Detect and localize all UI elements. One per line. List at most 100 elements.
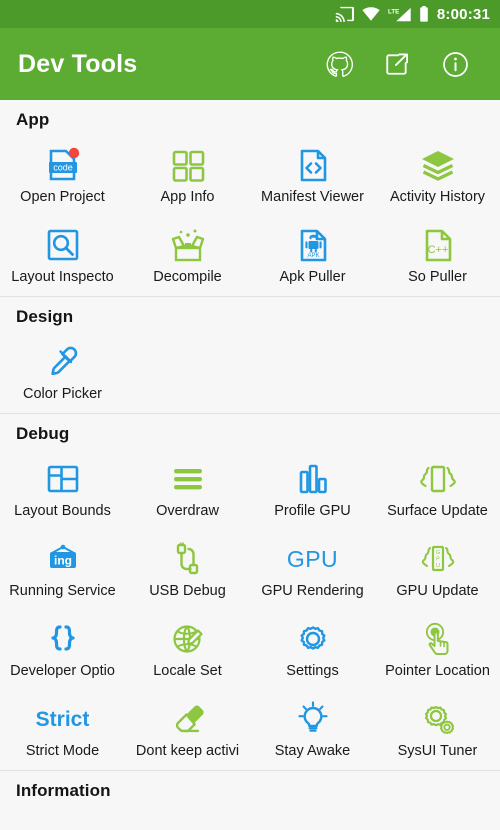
- tool-label: Decompile: [153, 270, 222, 285]
- magnifier-frame-icon: [40, 222, 86, 268]
- tool-label: Manifest Viewer: [261, 190, 364, 205]
- tool-developer-options[interactable]: Developer Optio: [0, 610, 125, 690]
- tool-gpu-update[interactable]: G P U GPU Update: [375, 530, 500, 610]
- tool-pointer-location[interactable]: Pointer Location: [375, 610, 500, 690]
- tool-strict-mode[interactable]: Strict Strict Mode: [0, 690, 125, 770]
- tool-label: Profile GPU: [274, 504, 351, 519]
- tool-activity-history[interactable]: Activity History: [375, 136, 500, 216]
- tool-so-puller[interactable]: C++ So Puller: [375, 216, 500, 296]
- cast-icon: [335, 6, 354, 22]
- strict-text-icon: Strict: [36, 696, 90, 742]
- tool-overdraw[interactable]: Overdraw: [125, 450, 250, 530]
- status-bar-clock: 8:00:31: [436, 5, 490, 23]
- tool-label: Color Picker: [23, 387, 102, 402]
- tool-label: So Puller: [408, 270, 467, 285]
- tool-layout-bounds[interactable]: Layout Bounds: [0, 450, 125, 530]
- svg-text:ing: ing: [54, 553, 72, 567]
- layers-stack-icon: [415, 142, 461, 188]
- app-bar: Dev Tools: [0, 28, 500, 100]
- tool-label: Running Service: [9, 584, 116, 599]
- tool-usb-debug[interactable]: USB Debug: [125, 530, 250, 610]
- tool-label: Activity History: [389, 190, 486, 205]
- code-brackets-file-icon: [290, 142, 336, 188]
- section-header-information: Information: [16, 781, 111, 800]
- share-icon[interactable]: [382, 49, 412, 79]
- tool-open-project[interactable]: code Open Project: [0, 136, 125, 216]
- tool-profile-gpu[interactable]: Profile GPU: [250, 450, 375, 530]
- strict-label: Strict: [35, 707, 90, 731]
- grid-design: Color Picker: [0, 333, 500, 413]
- gpu-update-icon: G P U: [415, 536, 461, 582]
- tool-running-service[interactable]: ing Running Service: [0, 530, 125, 610]
- pointer-touch-icon: [415, 616, 461, 662]
- eraser-icon: [165, 696, 211, 742]
- grid-debug: Layout Bounds Overdraw Profile GPU Surfa…: [0, 450, 500, 770]
- tool-manifest-viewer[interactable]: Manifest Viewer: [250, 136, 375, 216]
- tool-label: Apk Puller: [279, 270, 346, 285]
- tool-label: Dont keep activi: [135, 744, 240, 759]
- tool-label: SysUI Tuner: [397, 744, 478, 759]
- tool-app-info[interactable]: App Info: [125, 136, 250, 216]
- grid-app: code Open Project App Info Manifest View…: [0, 136, 500, 296]
- tool-surface-update[interactable]: Surface Update: [375, 450, 500, 530]
- tool-label: Overdraw: [156, 504, 219, 519]
- tool-settings[interactable]: Settings: [250, 610, 375, 690]
- tool-gpu-rendering[interactable]: GPU GPU Rendering: [250, 530, 375, 610]
- tool-label: App Info: [160, 190, 215, 205]
- svg-text:G: G: [435, 550, 439, 556]
- tool-label: Layout Bounds: [14, 504, 111, 519]
- apk-file-icon: APK: [290, 222, 336, 268]
- tool-label: Developer Optio: [10, 664, 115, 679]
- section-header-app: App: [16, 110, 50, 129]
- section-design: Design Color Picker: [0, 296, 500, 413]
- lightbulb-icon: [290, 696, 336, 742]
- section-app: App code Open Project App Info Manifest …: [0, 100, 500, 296]
- cpp-file-icon: C++: [415, 222, 461, 268]
- tool-stay-awake[interactable]: Stay Awake: [250, 690, 375, 770]
- tool-sysui-tuner[interactable]: SysUI Tuner: [375, 690, 500, 770]
- tool-label: Locale Set: [153, 664, 222, 679]
- tool-label: Strict Mode: [25, 744, 100, 759]
- code-document-icon: code: [40, 142, 86, 188]
- surface-update-icon: [415, 456, 461, 502]
- curly-braces-icon: [40, 616, 86, 662]
- grid-squares-icon: [165, 142, 211, 188]
- gears-icon: [415, 696, 461, 742]
- svg-text:LTE: LTE: [388, 8, 399, 15]
- section-header-debug: Debug: [16, 424, 70, 443]
- content-scroll[interactable]: App code Open Project App Info Manifest …: [0, 100, 500, 830]
- tool-label: Stay Awake: [274, 744, 351, 759]
- ing-sign-icon: ing: [40, 536, 86, 582]
- layout-bounds-icon: [40, 456, 86, 502]
- section-information: Information: [0, 770, 500, 807]
- bar-chart-icon: [290, 456, 336, 502]
- app-bar-actions: [324, 49, 482, 79]
- page-title: Dev Tools: [18, 49, 138, 78]
- tool-label: GPU Rendering: [261, 584, 364, 599]
- globe-pencil-icon: [165, 616, 211, 662]
- usb-cable-icon: [165, 536, 211, 582]
- tool-apk-puller[interactable]: APK Apk Puller: [250, 216, 375, 296]
- tool-color-picker[interactable]: Color Picker: [0, 333, 125, 413]
- tool-label: Pointer Location: [385, 664, 490, 679]
- section-debug: Debug Layout Bounds Overdraw Profile GPU…: [0, 413, 500, 770]
- svg-text:APK: APK: [307, 253, 319, 259]
- three-bars-icon: [165, 456, 211, 502]
- info-icon[interactable]: [440, 49, 470, 79]
- tool-layout-inspector[interactable]: Layout Inspecto: [0, 216, 125, 296]
- gpu-text-icon: GPU: [287, 536, 338, 582]
- gear-icon: [290, 616, 336, 662]
- wifi-icon: [362, 7, 380, 21]
- tool-label: USB Debug: [149, 584, 226, 599]
- lte-signal-icon: LTE: [388, 7, 411, 22]
- svg-text:P: P: [436, 557, 440, 563]
- github-icon[interactable]: [324, 49, 354, 79]
- tool-locale-set[interactable]: Locale Set: [125, 610, 250, 690]
- svg-text:U: U: [436, 563, 440, 569]
- tool-decompile[interactable]: Decompile: [125, 216, 250, 296]
- section-header-design: Design: [16, 307, 74, 326]
- eyedropper-icon: [40, 339, 86, 385]
- battery-icon: [419, 6, 429, 22]
- app-root: LTE 8:00:31 Dev Tools App code Open Proj…: [0, 0, 500, 830]
- tool-dont-keep-activities[interactable]: Dont keep activi: [125, 690, 250, 770]
